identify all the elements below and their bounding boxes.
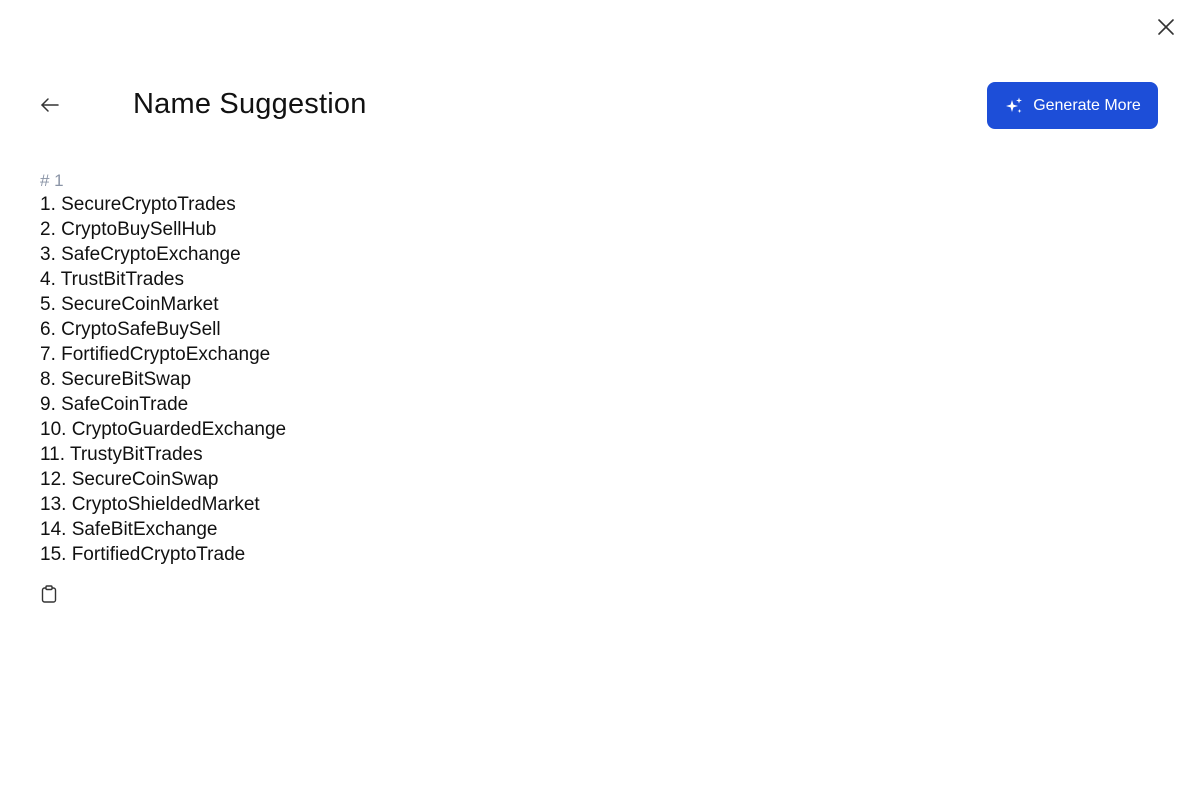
suggestion-item: 5. SecureCoinMarket xyxy=(40,294,219,315)
suggestion-item: 3. SafeCryptoExchange xyxy=(40,244,241,265)
suggestion-item: 6. CryptoSafeBuySell xyxy=(40,319,221,340)
result-heading: # 1 xyxy=(40,171,64,190)
suggestion-list: 1. SecureCryptoTrades 2. CryptoBuySellHu… xyxy=(40,192,640,567)
suggestion-item: 13. CryptoShieldedMarket xyxy=(40,494,260,515)
suggestion-item: 14. SafeBitExchange xyxy=(40,519,218,540)
suggestion-item: 11. TrustyBitTrades xyxy=(40,444,203,465)
copy-button[interactable] xyxy=(38,583,60,605)
generate-more-label: Generate More xyxy=(1033,96,1141,114)
arrow-left-icon xyxy=(40,97,60,113)
sparkles-icon xyxy=(1004,96,1024,116)
suggestion-item: 1. SecureCryptoTrades xyxy=(40,194,236,215)
result-block: # 1 1. SecureCryptoTrades 2. CryptoBuySe… xyxy=(40,170,640,567)
suggestion-item: 12. SecureCoinSwap xyxy=(40,469,219,490)
back-button[interactable] xyxy=(36,91,64,119)
close-button[interactable] xyxy=(1152,13,1180,41)
suggestion-item: 8. SecureBitSwap xyxy=(40,369,192,390)
suggestion-item: 2. CryptoBuySellHub xyxy=(40,219,217,240)
suggestion-item: 10. CryptoGuardedExchange xyxy=(40,419,287,440)
suggestion-item: 4. TrustBitTrades xyxy=(40,269,184,290)
clipboard-icon xyxy=(41,585,57,603)
page-title: Name Suggestion xyxy=(133,88,367,120)
suggestion-item: 15. FortifiedCryptoTrade xyxy=(40,544,246,565)
suggestion-item: 9. SafeCoinTrade xyxy=(40,394,189,415)
generate-more-button[interactable]: Generate More xyxy=(987,82,1158,129)
close-icon xyxy=(1157,18,1175,36)
suggestion-item: 7. FortifiedCryptoExchange xyxy=(40,344,271,365)
